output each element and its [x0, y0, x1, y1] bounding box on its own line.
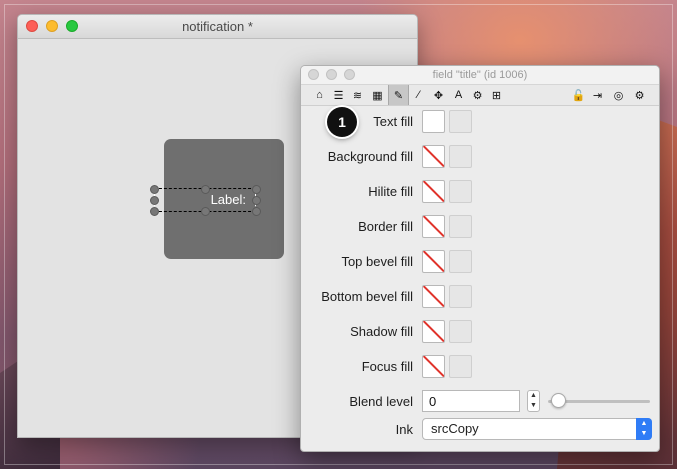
text-icon[interactable]: A	[449, 85, 468, 105]
resize-handle-mid-left[interactable]	[150, 196, 159, 205]
fill-label: Shadow fill	[350, 324, 413, 339]
database-icon[interactable]: ≋	[348, 85, 367, 105]
inspector-toolbar: ⌂ ☰ ≋ ▦ ✎ ⁄ ✥ A ⚙ ⊞ 🔓 ⇥ ◎ ⚙	[301, 85, 659, 106]
window-titlebar[interactable]: notification *	[18, 15, 417, 39]
fill-pattern-swatch[interactable]	[449, 355, 472, 378]
fill-color-swatch[interactable]	[422, 285, 445, 308]
table-icon[interactable]: ▦	[368, 85, 387, 105]
blend-level-slider-knob[interactable]	[551, 393, 566, 408]
close-button[interactable]	[26, 20, 38, 32]
fill-color-swatch[interactable]	[422, 215, 445, 238]
fill-pattern-swatch[interactable]	[449, 320, 472, 343]
ink-row: Ink srcCopy ▲ ▼	[301, 418, 659, 442]
fill-label: Border fill	[358, 219, 413, 234]
field-label-text: Label:	[210, 192, 246, 207]
fill-color-swatch[interactable]	[422, 355, 445, 378]
resize-icon[interactable]: ⊞	[487, 85, 506, 105]
ink-select-value: srcCopy	[431, 421, 479, 436]
blend-level-stepper[interactable]: ▲ ▼	[527, 390, 540, 412]
blend-level-input[interactable]	[422, 390, 520, 412]
fill-label: Top bevel fill	[341, 254, 413, 269]
gear-icon[interactable]: ⚙	[630, 85, 649, 105]
inspector-close-button[interactable]	[308, 69, 319, 80]
resize-handle-top-right[interactable]	[252, 185, 261, 194]
fill-pattern-swatch[interactable]	[449, 285, 472, 308]
inspector-titlebar[interactable]: field "title" (id 1006)	[301, 66, 659, 85]
zoom-button[interactable]	[66, 20, 78, 32]
fill-color-swatch[interactable]	[422, 145, 445, 168]
fill-color-swatch[interactable]	[422, 180, 445, 203]
window-title: notification *	[182, 19, 253, 34]
fill-row: Top bevel fill	[301, 250, 659, 274]
inspector-zoom-button[interactable]	[344, 69, 355, 80]
resize-handle-mid-right[interactable]	[252, 196, 261, 205]
fill-label: Bottom bevel fill	[321, 289, 413, 304]
callout-number-badge: 1	[327, 107, 357, 137]
home-icon[interactable]: ⌂	[310, 85, 329, 105]
resize-handle-top-mid[interactable]	[201, 185, 210, 194]
ink-select[interactable]: srcCopy ▲ ▼	[422, 418, 652, 440]
fill-pattern-swatch[interactable]	[449, 215, 472, 238]
fill-pattern-swatch[interactable]	[449, 180, 472, 203]
move-icon[interactable]: ✥	[429, 85, 448, 105]
minimize-button[interactable]	[46, 20, 58, 32]
gears-icon[interactable]: ⚙	[468, 85, 487, 105]
fill-label: Hilite fill	[368, 184, 413, 199]
fill-row: Focus fill	[301, 355, 659, 379]
fill-row: Hilite fill	[301, 180, 659, 204]
blend-level-row: Blend level ▲▼	[301, 390, 659, 414]
fill-row: Shadow fill	[301, 320, 659, 344]
fill-row: Border fill	[301, 215, 659, 239]
select-arrows-icon: ▲ ▼	[636, 418, 652, 440]
inspector-title: field "title" (id 1006)	[432, 69, 528, 81]
list-icon[interactable]: ☰	[329, 85, 348, 105]
resize-handle-top-left[interactable]	[150, 185, 159, 194]
resize-handle-bottom-mid[interactable]	[201, 207, 210, 216]
fill-pattern-swatch[interactable]	[449, 110, 472, 133]
fill-pattern-swatch[interactable]	[449, 250, 472, 273]
unlock-icon[interactable]: 🔓	[569, 85, 588, 105]
fill-pattern-swatch[interactable]	[449, 145, 472, 168]
fill-row: Background fill	[301, 145, 659, 169]
fill-label: Background fill	[327, 149, 413, 164]
target-icon[interactable]: ◎	[609, 85, 628, 105]
resize-handle-bottom-left[interactable]	[150, 207, 159, 216]
blend-level-label: Blend level	[349, 394, 413, 409]
resize-handle-bottom-right[interactable]	[252, 207, 261, 216]
fill-row: Bottom bevel fill	[301, 285, 659, 309]
wand-icon[interactable]: ⁄	[409, 85, 428, 105]
exit-icon[interactable]: ⇥	[588, 85, 607, 105]
inspector-minimize-button[interactable]	[326, 69, 337, 80]
fill-color-swatch[interactable]	[422, 110, 445, 133]
fill-color-swatch[interactable]	[422, 320, 445, 343]
fill-color-swatch[interactable]	[422, 250, 445, 273]
ink-label: Ink	[395, 422, 413, 437]
fill-label: Text fill	[373, 114, 413, 129]
pencil-icon[interactable]: ✎	[388, 85, 409, 105]
fill-label: Focus fill	[361, 359, 413, 374]
